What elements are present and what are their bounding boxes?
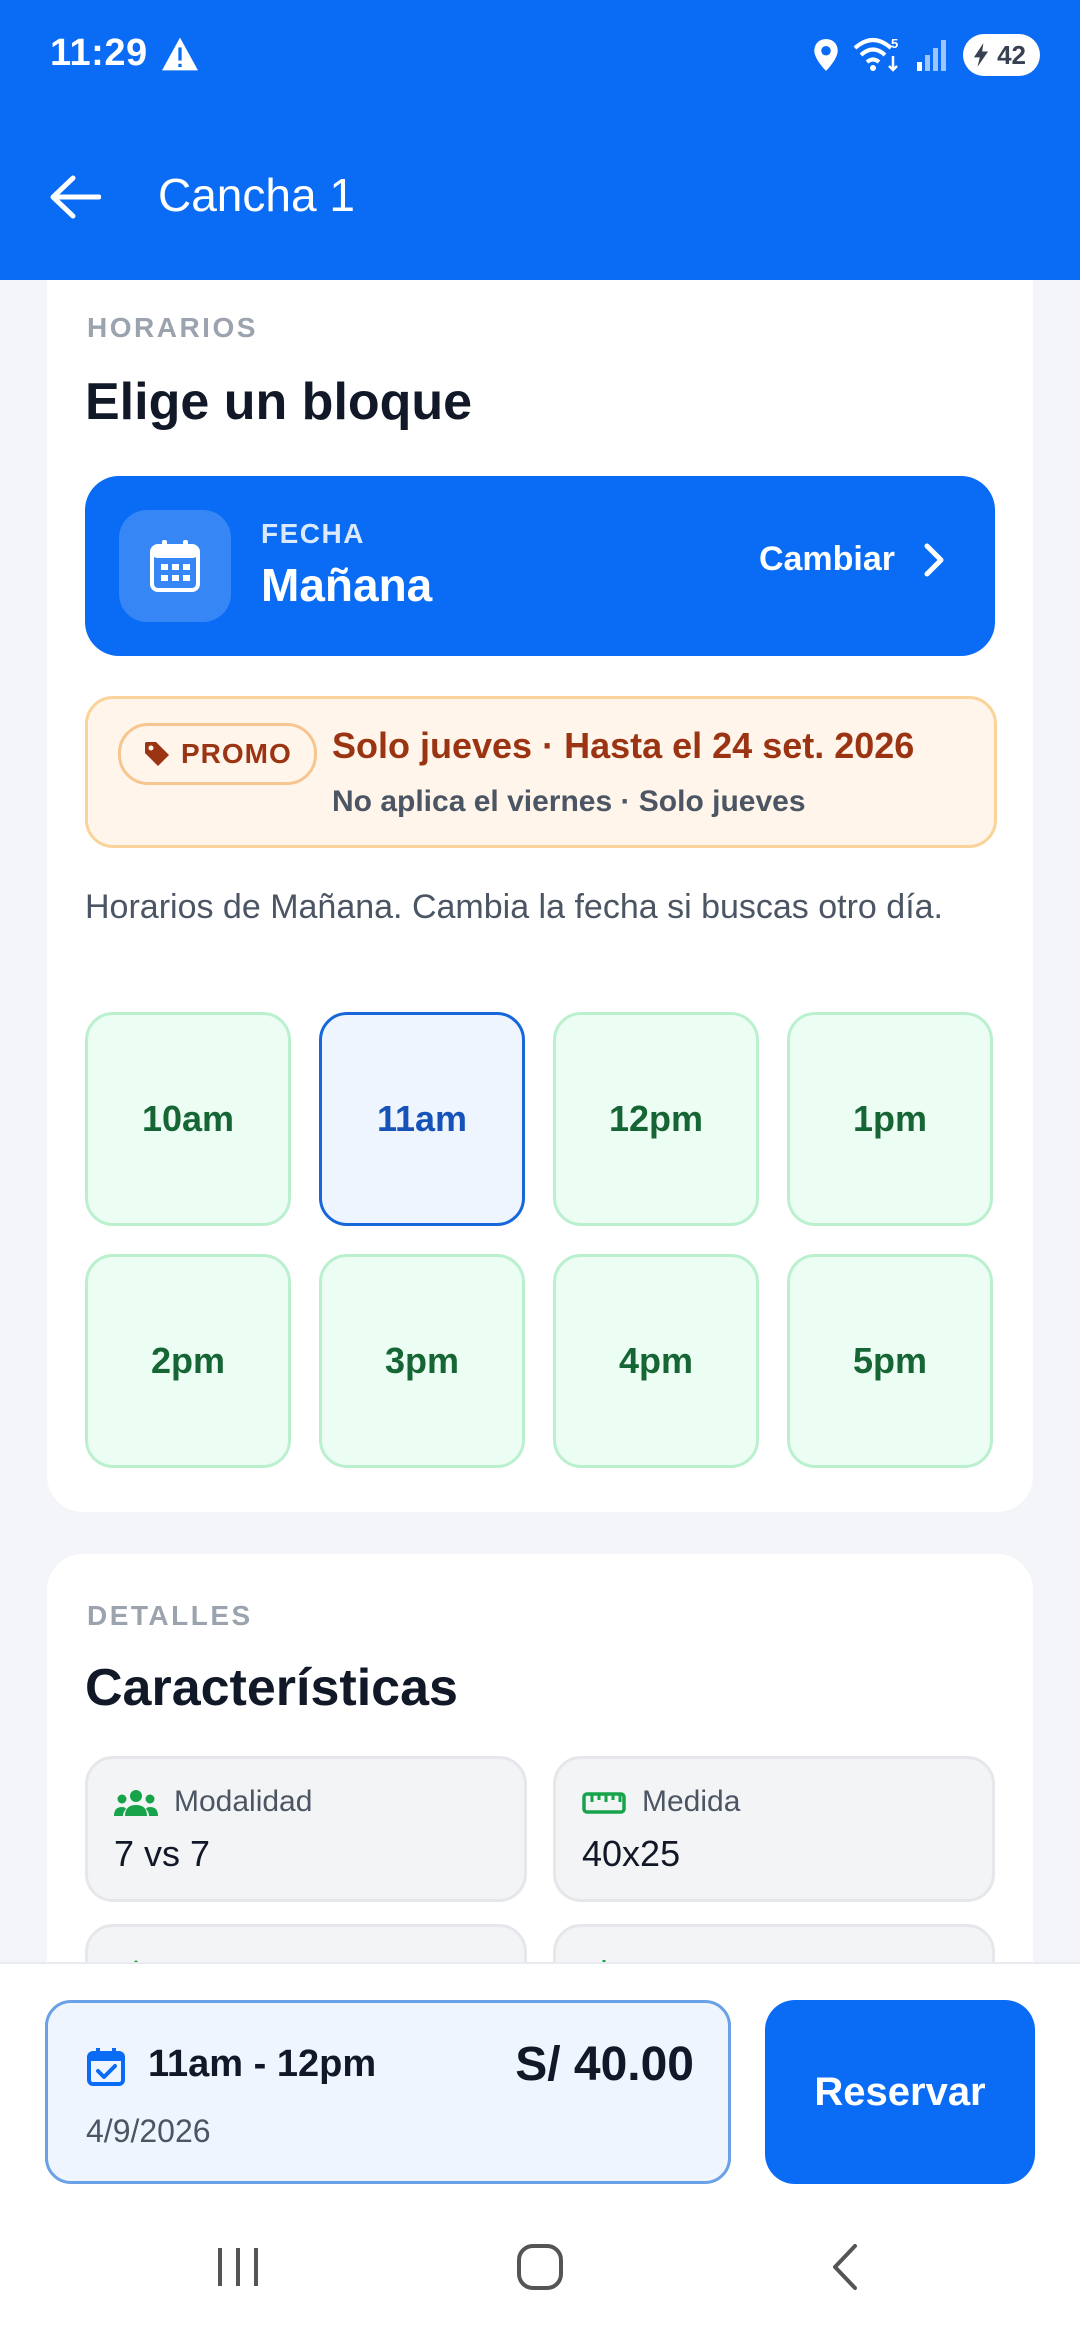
details-heading: Características: [85, 1659, 458, 1717]
time-slot[interactable]: 5pm: [787, 1254, 993, 1468]
chevron-left-icon: [833, 2244, 857, 2290]
schedule-heading: Elige un bloque: [85, 373, 473, 431]
calendar-icon-box: [119, 510, 231, 622]
date-value: Mañana: [261, 559, 433, 611]
system-nav-bar: [0, 2192, 1080, 2342]
arrow-left-icon: [50, 175, 101, 219]
feature-value: 7 vs 7: [114, 1833, 211, 1874]
time-slot[interactable]: 2pm: [85, 1254, 291, 1468]
feature-label: Modalidad: [174, 1785, 313, 1818]
home-button[interactable]: [500, 2232, 580, 2302]
details-overline: DETALLES: [87, 1600, 253, 1631]
promo-badge-label: PROMO: [181, 738, 292, 769]
chevron-right-icon: [924, 543, 944, 576]
calendar-icon: [150, 540, 200, 592]
promo-subtitle: No aplica el viernes · Solo jueves: [332, 785, 806, 818]
time-slot[interactable]: 12pm: [553, 1012, 759, 1226]
promo-banner: PROMO Solo jueves · Hasta el 24 set. 202…: [85, 696, 997, 848]
tag-icon: [145, 742, 169, 766]
reserve-button[interactable]: Reservar: [765, 2000, 1035, 2184]
schedule-overline: HORARIOS: [87, 312, 258, 343]
toolbar: Cancha 1: [0, 140, 1080, 250]
promo-badge: PROMO: [118, 723, 317, 785]
wifi-badge: 5: [891, 36, 898, 51]
back-button[interactable]: [40, 162, 110, 232]
feature-value: 40x25: [582, 1833, 681, 1874]
schedule-card: HORARIOS Elige un bloque FECHA Mañana Ca…: [47, 250, 1033, 1512]
recent-apps-button[interactable]: [198, 2232, 278, 2302]
feature-modality: Modalidad 7 vs 7: [85, 1756, 527, 1902]
group-icon: [114, 1790, 158, 1816]
status-icons: 5 42: [813, 30, 1040, 80]
app-bar: 11:29 5 42 Cancha 1: [0, 0, 1080, 280]
change-date-button[interactable]: Cambiar: [759, 540, 945, 579]
calendar-check-icon: [87, 2048, 125, 2086]
wifi-icon: 5: [853, 36, 898, 72]
date-label: FECHA: [261, 518, 365, 549]
time-slot-selected[interactable]: 11am: [319, 1012, 525, 1226]
time-slot[interactable]: 10am: [85, 1012, 291, 1226]
schedule-hint: Horarios de Mañana. Cambia la fecha si b…: [85, 888, 944, 926]
time-slot[interactable]: 4pm: [553, 1254, 759, 1468]
change-date-label: Cambiar: [758, 540, 895, 578]
status-time: 11:29: [50, 32, 148, 74]
feature-label: Medida: [642, 1785, 741, 1818]
home-icon: [517, 2244, 563, 2290]
promo-title: Solo jueves · Hasta el 24 set. 2026: [332, 725, 915, 766]
battery-indicator: 42: [963, 34, 1040, 76]
feature-size: Medida 40x25: [553, 1756, 995, 1902]
booking-date: 4/9/2026: [86, 2113, 211, 2149]
time-slot[interactable]: 1pm: [787, 1012, 993, 1226]
booking-time-range: 11am - 12pm: [148, 2043, 377, 2085]
page-title: Cancha 1: [158, 169, 355, 221]
booking-price: S/ 40.00: [515, 2038, 694, 2091]
date-selector[interactable]: FECHA Mañana Cambiar: [85, 476, 995, 656]
battery-level: 42: [997, 39, 1026, 70]
signal-icon: [917, 40, 947, 71]
location-icon: [814, 39, 838, 71]
ruler-icon: [582, 1792, 626, 1814]
booking-bar: 11am - 12pm S/ 40.00 4/9/2026 Reservar: [0, 1962, 1080, 2342]
booking-summary[interactable]: 11am - 12pm S/ 40.00 4/9/2026: [45, 2000, 731, 2184]
recent-apps-icon: [218, 2248, 258, 2286]
system-back-button[interactable]: [804, 2232, 884, 2302]
time-slot[interactable]: 3pm: [319, 1254, 525, 1468]
status-bar: 11:29 5 42: [0, 0, 1080, 110]
charging-icon: [973, 43, 989, 67]
warning-icon: [162, 37, 198, 71]
